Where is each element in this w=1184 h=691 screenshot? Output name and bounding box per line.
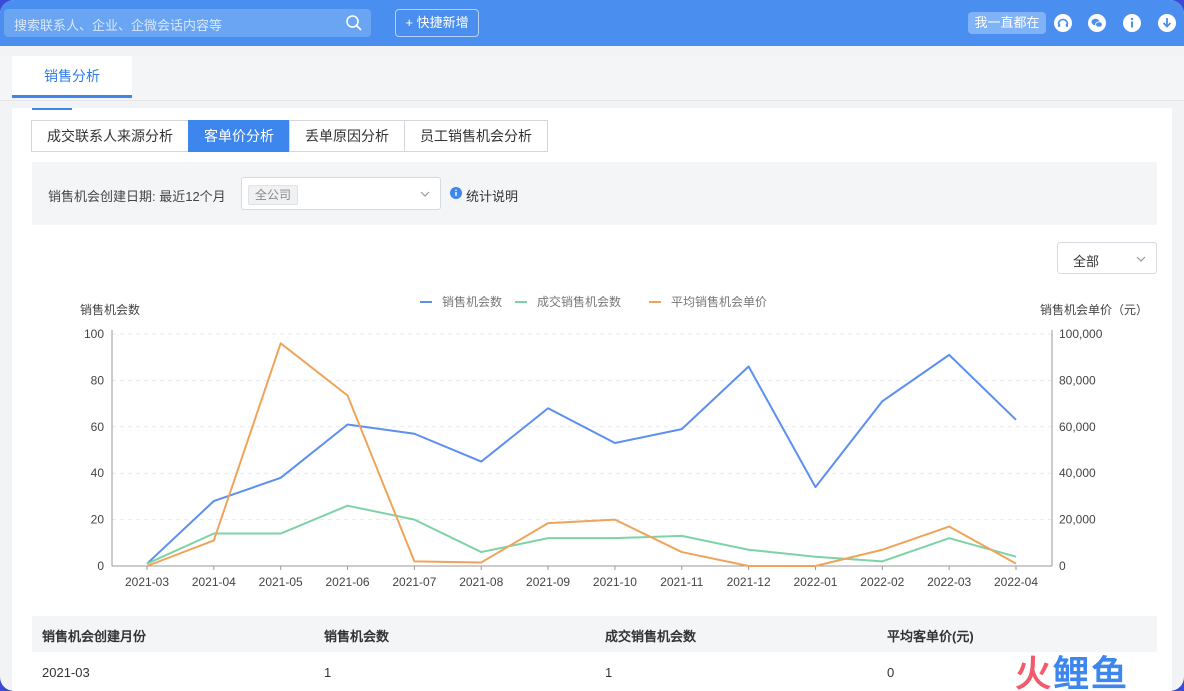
x-tick-label: 2022-02: [860, 575, 904, 589]
chevron-down-icon: [420, 191, 430, 197]
table-cell: 1: [324, 665, 332, 680]
info-icon[interactable]: [1122, 13, 1142, 33]
series-line: [146, 353, 1017, 565]
scope-select[interactable]: 全公司: [241, 177, 441, 210]
download-icon[interactable]: [1157, 13, 1177, 33]
scope-chip: 全公司: [248, 185, 299, 205]
column-header: 销售机会创建月份: [42, 629, 147, 644]
y2-tick-label: 40,000: [1059, 466, 1096, 480]
logo-char: 火: [1015, 653, 1054, 691]
y-tick-label: 100: [84, 327, 104, 341]
series-select-value: 全部: [1073, 254, 1100, 269]
logo-char: 鲤: [1053, 653, 1092, 691]
x-tick-label: 2021-11: [660, 575, 703, 589]
x-tick-label: 2021-10: [593, 575, 637, 589]
x-tick-label: 2022-01: [793, 575, 837, 589]
y-tick-label: 0: [97, 559, 104, 573]
legend-label: 成交销售机会数: [537, 294, 621, 309]
watermark-logo: 火鲤鱼: [1015, 645, 1129, 691]
y-tick-label: 80: [91, 373, 105, 387]
x-tick-label: 2022-03: [927, 575, 971, 589]
table-header: 销售机会创建月份 销售机会数 成交销售机会数 平均客单价(元): [32, 616, 1157, 652]
y-tick-label: 40: [91, 466, 105, 480]
x-tick-label: 2021-03: [125, 575, 169, 589]
column-header: 成交销售机会数: [605, 629, 697, 644]
y2-tick-label: 60,000: [1059, 420, 1096, 434]
x-tick-label: 2021-05: [259, 575, 303, 589]
line-chart: 0 20 40 60 80 100 0 20,000 40,000 60,000 80,000 100…: [80, 294, 1148, 589]
series-select[interactable]: 全部: [1057, 242, 1157, 274]
table-cell: 1: [605, 665, 613, 680]
chevron-down-icon: [1136, 256, 1146, 262]
y-tick-label: 60: [91, 420, 105, 434]
info-circle-icon[interactable]: [450, 187, 462, 199]
logo-char: 鱼: [1091, 653, 1130, 691]
search-input[interactable]: 搜索联系人、企业、企微会话内容等: [4, 9, 371, 37]
tab-sales-analysis[interactable]: 销售分析: [12, 56, 132, 98]
search-placeholder: 搜索联系人、企业、企微会话内容等: [14, 18, 223, 33]
search-icon[interactable]: [345, 14, 363, 32]
y-axis-title: 销售机会数: [80, 302, 140, 317]
headset-icon[interactable]: [1053, 13, 1073, 33]
subtab-lost-reason[interactable]: 丢单原因分析: [289, 120, 405, 152]
table-cell: 0: [887, 665, 895, 680]
y2-tick-label: 80,000: [1059, 373, 1096, 387]
x-tick-label: 2021-12: [727, 575, 771, 589]
app-window: 搜索联系人、企业、企微会话内容等 + 快捷新增 我一直都在 销售分析 成交联系人…: [0, 0, 1184, 691]
filter-bar: 销售机会创建日期: 最近12个月 全公司 统计说明: [32, 162, 1157, 225]
accent-line: [32, 108, 72, 110]
x-tick-label: 2021-09: [526, 575, 570, 589]
table-row[interactable]: 2021-03 1 1 0: [32, 652, 1157, 691]
x-tick-label: 2021-07: [392, 575, 436, 589]
table-cell: 2021-03: [42, 665, 90, 680]
legend-label: 平均销售机会单价: [671, 294, 767, 309]
quick-add-button[interactable]: + 快捷新增: [395, 9, 479, 37]
column-header: 销售机会数: [324, 629, 390, 644]
subtab-employee[interactable]: 员工销售机会分析: [404, 120, 548, 152]
y2-tick-label: 0: [1059, 559, 1066, 573]
status-button[interactable]: 我一直都在: [968, 12, 1046, 34]
y2-tick-label: 100,000: [1059, 327, 1103, 341]
wechat-icon[interactable]: [1087, 13, 1107, 33]
sub-tabs: 成交联系人来源分析 客单价分析 丢单原因分析 员工销售机会分析: [31, 120, 548, 152]
y2-tick-label: 20,000: [1059, 513, 1096, 527]
content-card: 成交联系人来源分析 客单价分析 丢单原因分析 员工销售机会分析 销售机会创建日期…: [12, 108, 1172, 691]
legend-label: 销售机会数: [442, 294, 502, 309]
x-tick-label: 2021-04: [192, 575, 236, 589]
x-tick-label: 2021-08: [459, 575, 503, 589]
subtab-source[interactable]: 成交联系人来源分析: [31, 120, 189, 152]
y2-axis-title: 销售机会单价（元）: [1040, 302, 1148, 317]
tabs-bar: 销售分析: [0, 56, 1184, 101]
stats-info-link[interactable]: 统计说明: [466, 186, 518, 205]
series-line: [146, 504, 1017, 565]
y-tick-label: 20: [91, 513, 105, 527]
x-tick-label: 2022-04: [994, 575, 1038, 589]
subtab-unit-price[interactable]: 客单价分析: [188, 120, 290, 152]
column-header: 平均客单价(元): [887, 629, 974, 644]
date-filter-label: 销售机会创建日期: 最近12个月: [48, 189, 226, 204]
top-bar: 搜索联系人、企业、企微会话内容等 + 快捷新增 我一直都在: [0, 0, 1184, 46]
x-tick-label: 2021-06: [326, 575, 370, 589]
